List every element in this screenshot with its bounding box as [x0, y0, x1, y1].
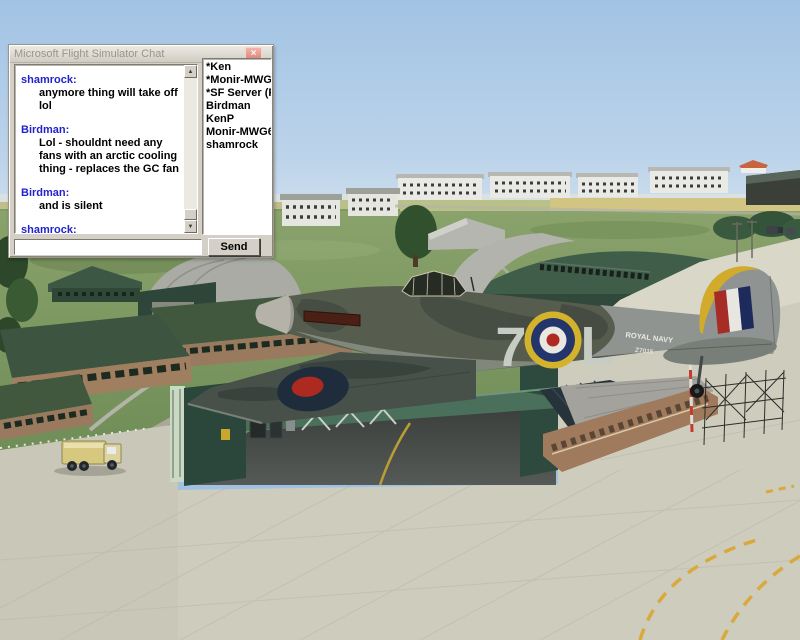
distant-dark-hangar — [746, 170, 800, 205]
chat-message-user: Birdman: — [21, 187, 70, 199]
close-icon: × — [250, 47, 257, 59]
player-list-item: Monir-MWG63 — [206, 126, 271, 138]
chat-scrollbar: ▲ ▼ — [184, 65, 197, 233]
chat-message-user: Birdman: — [21, 124, 70, 136]
chat-history[interactable]: shamrock: anymore thing will take off lo… — [14, 64, 198, 234]
send-button[interactable]: Send — [208, 238, 260, 256]
player-list-item: *Ken — [206, 61, 232, 73]
scroll-down-button[interactable]: ▼ — [184, 220, 197, 233]
chat-window: Microsoft Flight Simulator Chat × shamro… — [8, 44, 274, 258]
fin-flash — [714, 286, 754, 334]
chat-message: Birdman: and is silent — [21, 187, 182, 213]
chat-message: shamrock: anymore thing will take off lo… — [21, 74, 182, 113]
chat-message-user: shamrock: — [21, 224, 77, 233]
player-list-item: KenP — [206, 113, 235, 125]
chat-message-text: Lol - shouldnt need any fans with an arc… — [39, 137, 179, 175]
chat-messages: shamrock: anymore thing will take off lo… — [15, 65, 184, 233]
player-list-item: *SF Server (F — [206, 87, 271, 99]
player-list[interactable]: *Ken *Monir-MWG6 *SF Server (F Birdman K… — [202, 58, 272, 235]
chat-message: Birdman: Lol - shouldnt need any fans wi… — [21, 124, 182, 176]
chat-message-user: shamrock: — [21, 74, 77, 86]
fs-game-viewport: 7 L ROYAL NAVY Z7015 Microsoft Flight Si… — [0, 0, 800, 640]
player-list-item: *Monir-MWG6 — [206, 74, 271, 86]
scroll-down-icon: ▼ — [187, 223, 194, 230]
chat-message-text: and is silent — [39, 200, 103, 212]
player-list-item: shamrock — [206, 139, 258, 151]
player-list-item: Birdman — [206, 100, 251, 112]
code-letter-L: L — [581, 316, 614, 376]
chat-input[interactable] — [14, 239, 202, 255]
fuselage-roundel — [524, 311, 582, 369]
chat-message: shamrock: rgr — [21, 224, 182, 233]
chat-message-text: anymore thing will take off lol — [39, 87, 178, 112]
code-letter-7: 7 — [495, 315, 526, 378]
scrollbar-thumb[interactable] — [184, 209, 197, 220]
scroll-up-icon: ▲ — [187, 68, 194, 75]
scroll-up-button[interactable]: ▲ — [184, 65, 197, 78]
fuel-truck — [54, 440, 126, 476]
